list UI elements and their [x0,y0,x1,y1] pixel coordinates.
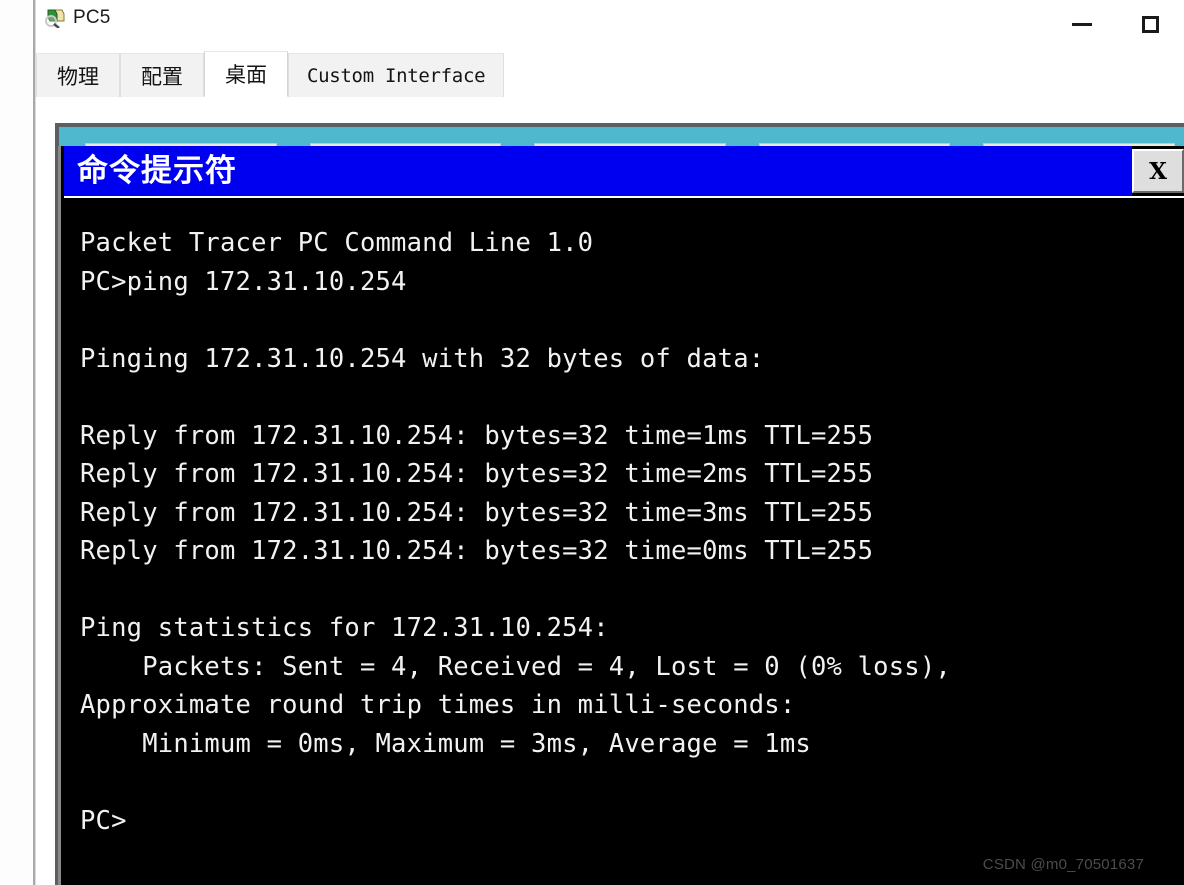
terminal-output: Packet Tracer PC Command Line 1.0 PC>ping… [64,198,1184,885]
terminal-line: Packet Tracer PC Command Line 1.0 [80,228,594,258]
tab-desktop-label: 桌面 [225,64,267,87]
terminal-line: Packets: Sent = 4, Received = 4, Lost = … [80,651,951,682]
terminal-line: Minimum = 0ms, Maximum = 3ms, Average = … [80,728,811,759]
maximize-icon [1141,15,1159,33]
window-title: PC5 [73,7,111,28]
tab-physical-label: 物理 [57,65,99,89]
tab-custom-interface-label: Custom Interface [307,64,486,87]
watermark: CSDN @m0_70501637 [982,856,1144,873]
terminal-line: Ping statistics for 172.31.10.254: [80,613,609,643]
tab-strip: 物理 配置 桌面 Custom Interface [36,48,1184,98]
window-titlebar: PC5 [36,0,1184,48]
tab-physical[interactable]: 物理 [36,53,120,97]
terminal-line: PC> [80,805,127,836]
terminal-line: Reply from 172.31.10.254: bytes=32 time=… [80,420,874,451]
tab-config[interactable]: 配置 [120,53,204,97]
minimize-button[interactable] [1048,0,1116,48]
command-prompt-titlebar[interactable]: 命令提示符 [64,146,1132,196]
page-gutter [0,0,33,885]
terminal-line: Reply from 172.31.10.254: bytes=32 time=… [80,459,874,489]
terminal-line: Pinging 172.31.10.254 with 32 bytes of d… [80,343,765,374]
terminal-line: Reply from 172.31.10.254: bytes=32 time=… [80,497,874,528]
close-icon: X [1149,157,1167,185]
command-prompt-body[interactable]: Packet Tracer PC Command Line 1.0 PC>ping… [64,196,1184,885]
terminal-line: Approximate round trip times in milli-se… [80,690,796,720]
maximize-button[interactable] [1116,0,1184,48]
tab-config-label: 配置 [141,65,183,89]
device-window: PC5 物理 配置 桌面 Custom Interface 命令提示符 X Pa… [36,0,1184,885]
window-controls [1048,0,1184,48]
minimize-icon [1072,22,1092,26]
command-prompt-window: 命令提示符 X Packet Tracer PC Command Line 1.… [58,146,1184,885]
screenshot-root: PC5 物理 配置 桌面 Custom Interface 命令提示符 X Pa… [0,0,1184,885]
command-prompt-title: 命令提示符 [77,153,237,189]
tab-desktop[interactable]: 桌面 [204,51,288,97]
close-button[interactable]: X [1132,149,1184,193]
window-title-group: PC5 [44,7,111,29]
pc-device-icon [44,8,66,29]
tab-custom-interface[interactable]: Custom Interface [288,53,505,97]
terminal-line: PC>ping 172.31.10.254 [80,266,407,297]
terminal-line: Reply from 172.31.10.254: bytes=32 time=… [80,536,874,566]
